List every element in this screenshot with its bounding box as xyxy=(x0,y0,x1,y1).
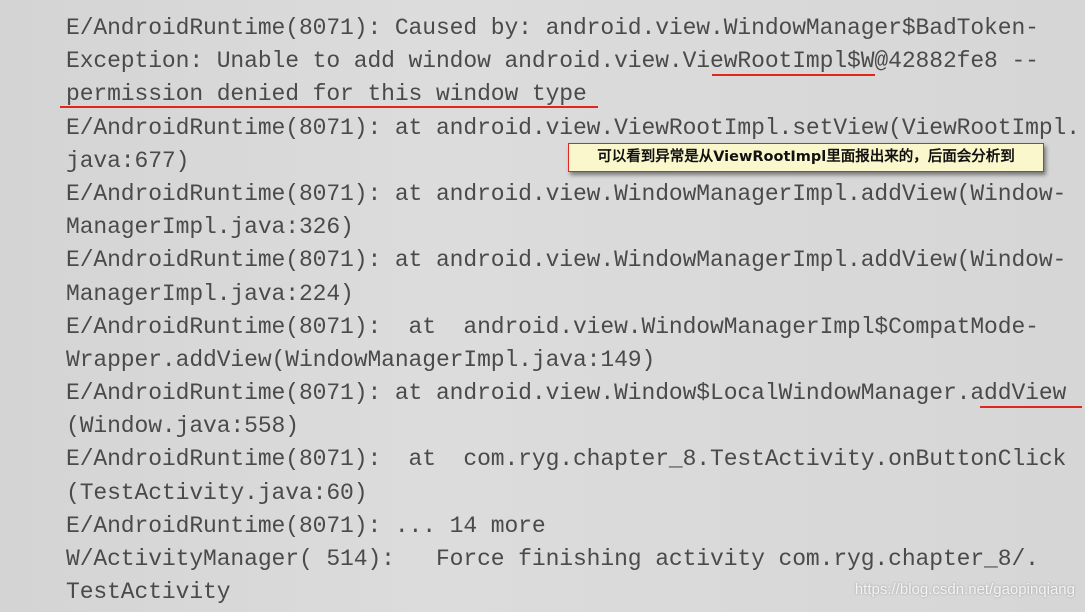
underline-addview xyxy=(980,406,1082,408)
log-line: E/AndroidRuntime(8071): at android.view.… xyxy=(66,114,1080,141)
log-line: Exception: Unable to add window android.… xyxy=(66,48,1039,75)
log-line: (TestActivity.java:60) xyxy=(66,479,368,506)
log-line: Wrapper.addView(WindowManagerImpl.java:1… xyxy=(66,346,656,373)
underline-permission-denied xyxy=(60,106,598,108)
annotation-callout: 可以看到异常是从ViewRootImpl里面报出来的，后面会分析到 xyxy=(568,143,1044,172)
log-line: E/AndroidRuntime(8071): at com.ryg.chapt… xyxy=(66,446,1067,473)
log-line: E/AndroidRuntime(8071): at android.view.… xyxy=(66,380,1067,407)
log-line: ManagerImpl.java:224) xyxy=(66,280,354,307)
watermark: https://blog.csdn.net/gaopinqiang xyxy=(854,581,1075,598)
underline-viewrootimpl xyxy=(712,74,875,76)
log-line: E/AndroidRuntime(8071): at android.view.… xyxy=(66,313,1039,340)
log-line: E/AndroidRuntime(8071): Caused by: andro… xyxy=(66,15,1039,41)
log-line: E/AndroidRuntime(8071): ... 14 more xyxy=(66,512,546,539)
log-line: E/AndroidRuntime(8071): at android.view.… xyxy=(66,180,1067,207)
log-line: (Window.java:558) xyxy=(66,413,299,440)
log-line: E/AndroidRuntime(8071): at android.view.… xyxy=(66,247,1067,274)
stack-trace: E/AndroidRuntime(8071): Caused by: andro… xyxy=(66,12,1080,609)
log-line: W/ActivityManager( 514): Force finishing… xyxy=(66,546,1039,572)
log-line: ManagerImpl.java:326) xyxy=(66,214,354,241)
